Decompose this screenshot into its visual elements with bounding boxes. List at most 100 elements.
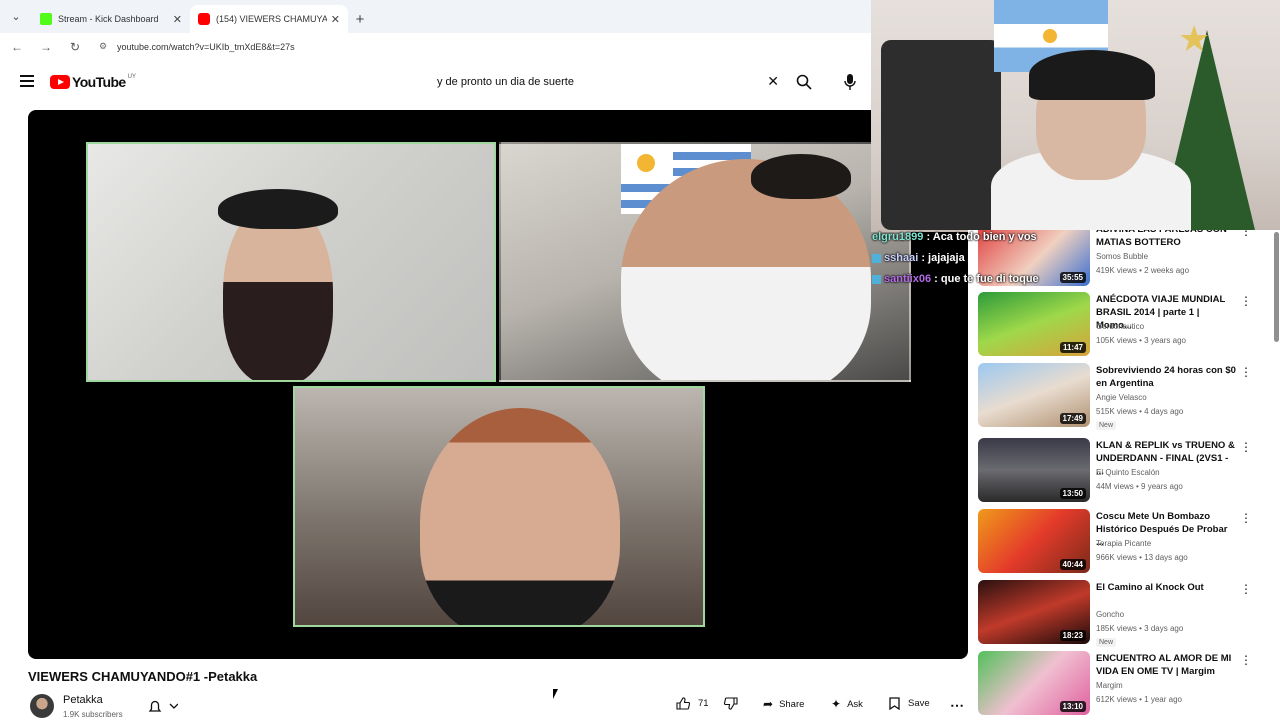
youtube-play-icon (50, 75, 70, 89)
duration-badge: 17:49 (1059, 413, 1086, 424)
recommendation-channel[interactable]: El Quinto Escalón (1096, 468, 1160, 477)
chat-text: : que te fue di toque (934, 273, 1039, 285)
video-cam-bottom (293, 386, 705, 627)
scrollbar-thumb[interactable] (1274, 232, 1279, 342)
video-title: VIEWERS CHAMUYANDO#1 -Petakka (28, 669, 258, 684)
channel-avatar[interactable] (30, 694, 54, 718)
save-label: Save (908, 698, 930, 709)
tab-youtube[interactable]: (154) VIEWERS CHAMUYANDO ✕ (190, 5, 348, 33)
channel-name[interactable]: Petakka (63, 694, 103, 706)
more-options-icon[interactable]: ⋮ (1240, 365, 1252, 379)
recommendation-channel[interactable]: Margim (1096, 681, 1123, 690)
menu-icon[interactable] (20, 75, 34, 90)
recommendation-channel[interactable]: Angie Velasco (1096, 393, 1147, 402)
chat-overlay: elgru1899 : Aca todo bien y vos sshaai :… (872, 230, 1039, 293)
new-tab-button[interactable]: + (348, 5, 372, 33)
back-icon[interactable]: ← (5, 40, 29, 54)
browser-toolbar: ← → ↻ ⚙ youtube.com/watch?v=UKIb_tmXdE8&… (0, 33, 871, 60)
more-options-icon[interactable]: ⋮ (1240, 582, 1252, 596)
recommendation-title[interactable]: ADIVINA LAS PAREJAS CON MATIAS BOTTERO (1096, 230, 1236, 249)
video-thumbnail[interactable]: 18:23 (978, 580, 1090, 644)
close-tab-icon[interactable]: ✕ (331, 13, 340, 26)
share-button[interactable]: ➦ Share (763, 697, 804, 711)
recommendation-item[interactable]: 11:47 ANÉCDOTA VIAJE MUNDIAL BRASIL 2014… (978, 292, 1270, 358)
recommendation-channel[interactable]: Terapia Picante (1096, 539, 1151, 548)
video-cam-left (86, 142, 496, 382)
recommendation-meta: 612K views • 1 year ago (1096, 695, 1182, 704)
duration-badge: 40:44 (1059, 559, 1086, 570)
mouse-cursor-icon (553, 689, 558, 699)
chat-badge-icon (872, 274, 881, 284)
recommendation-title[interactable]: ENCUENTRO AL AMOR DE MI VIDA EN OME TV |… (1096, 652, 1236, 678)
video-cam-right (499, 142, 911, 382)
recommendation-meta: 44M views • 9 years ago (1096, 482, 1183, 491)
recommendation-meta: 419K views • 2 weeks ago (1096, 266, 1190, 275)
reload-icon[interactable]: ↻ (63, 40, 87, 54)
recommendation-item[interactable]: 13:10 ENCUENTRO AL AMOR DE MI VIDA EN OM… (978, 651, 1270, 717)
more-options-icon[interactable]: ⋮ (1240, 294, 1252, 308)
clear-search-icon[interactable]: ✕ (767, 73, 779, 90)
share-icon: ➦ (763, 697, 774, 711)
video-thumbnail[interactable]: 40:44 (978, 509, 1090, 573)
duration-badge: 18:23 (1059, 630, 1086, 641)
recommendation-channel[interactable]: Somos Bubble (1096, 252, 1148, 261)
recommendation-meta: 105K views • 3 years ago (1096, 336, 1186, 345)
more-options-icon[interactable]: ⋮ (1240, 653, 1252, 667)
person-figure (420, 408, 620, 625)
search-icon[interactable] (796, 74, 812, 90)
ask-button[interactable]: ✦ Ask (831, 697, 863, 711)
star-icon: ★ (1178, 18, 1211, 59)
recommendation-item[interactable]: 18:23 El Camino al Knock Out Goncho 185K… (978, 580, 1270, 647)
site-info-icon[interactable]: ⚙ (99, 41, 111, 52)
notification-bell-button[interactable] (148, 699, 179, 716)
dislike-button[interactable] (724, 697, 738, 710)
more-actions-button[interactable]: ⋯ (950, 697, 964, 714)
recommendation-title[interactable]: Sobreviviendo 24 horas con $0 en Argenti… (1096, 364, 1236, 390)
close-tab-icon[interactable]: ✕ (173, 13, 182, 26)
bookmark-icon (889, 697, 900, 710)
duration-badge: 35:55 (1059, 272, 1086, 283)
chat-text: : jajajaja (921, 252, 965, 264)
video-player[interactable] (28, 110, 968, 659)
ask-label: Ask (847, 698, 863, 710)
more-options-icon[interactable]: ⋮ (1240, 511, 1252, 525)
gaming-chair (881, 40, 1001, 230)
microphone-icon[interactable] (843, 73, 857, 91)
video-thumbnail[interactable]: 11:47 (978, 292, 1090, 356)
recommendation-title[interactable]: El Camino al Knock Out (1096, 581, 1236, 594)
more-horizontal-icon: ⋯ (950, 697, 964, 713)
recommendation-item[interactable]: 17:49 Sobreviviendo 24 horas con $0 en A… (978, 363, 1270, 430)
more-options-icon[interactable]: ⋮ (1240, 230, 1252, 238)
chat-username: santiix06 (884, 273, 932, 285)
recommendation-channel[interactable]: Goncho (1096, 610, 1124, 619)
tab-list-dropdown-icon[interactable]: ⌄ (0, 0, 32, 33)
video-thumbnail[interactable]: 17:49 (978, 363, 1090, 427)
bell-icon (148, 700, 179, 712)
country-code: UY (127, 74, 136, 80)
video-thumbnail[interactable]: 13:50 (978, 438, 1090, 502)
forward-icon[interactable]: → (34, 40, 58, 54)
chat-text: : Aca todo bien y vos (926, 231, 1037, 243)
recommendation-item[interactable]: 13:50 KLAN & REPLIK vs TRUENO & UNDERDAN… (978, 438, 1270, 504)
address-bar[interactable]: ⚙ youtube.com/watch?v=UKIb_tmXdE8&t=27s (95, 36, 863, 58)
subscriber-count: 1.9K subscribers (63, 710, 123, 719)
recommendation-channel[interactable]: Gordonautico (1096, 322, 1144, 331)
youtube-logo[interactable]: YouTube UY (50, 74, 136, 90)
streamer-webcam: ★ (871, 0, 1280, 232)
tab-kick-dashboard[interactable]: Stream - Kick Dashboard ✕ (32, 5, 190, 33)
search-input[interactable]: y de pronto un dia de suerte ✕ (427, 70, 789, 94)
duration-badge: 13:10 (1059, 701, 1086, 712)
save-button[interactable]: Save (889, 697, 930, 710)
url-text: youtube.com/watch?v=UKIb_tmXdE8&t=27s (117, 41, 295, 52)
cap-shape (218, 189, 338, 229)
like-button[interactable]: 71 (676, 697, 709, 710)
chat-message: santiix06 : que te fue di toque (872, 272, 1039, 293)
video-thumbnail[interactable]: 13:10 (978, 651, 1090, 715)
new-badge: New (1096, 421, 1117, 430)
recommendation-item[interactable]: 40:44 Coscu Mete Un Bombazo Histórico De… (978, 509, 1270, 575)
browser-tab-bar: ⌄ Stream - Kick Dashboard ✕ (154) VIEWER… (0, 0, 871, 33)
thumbs-up-icon (676, 697, 690, 710)
logo-text: YouTube (72, 74, 126, 90)
chat-username: sshaai (884, 252, 919, 264)
more-options-icon[interactable]: ⋮ (1240, 440, 1252, 454)
